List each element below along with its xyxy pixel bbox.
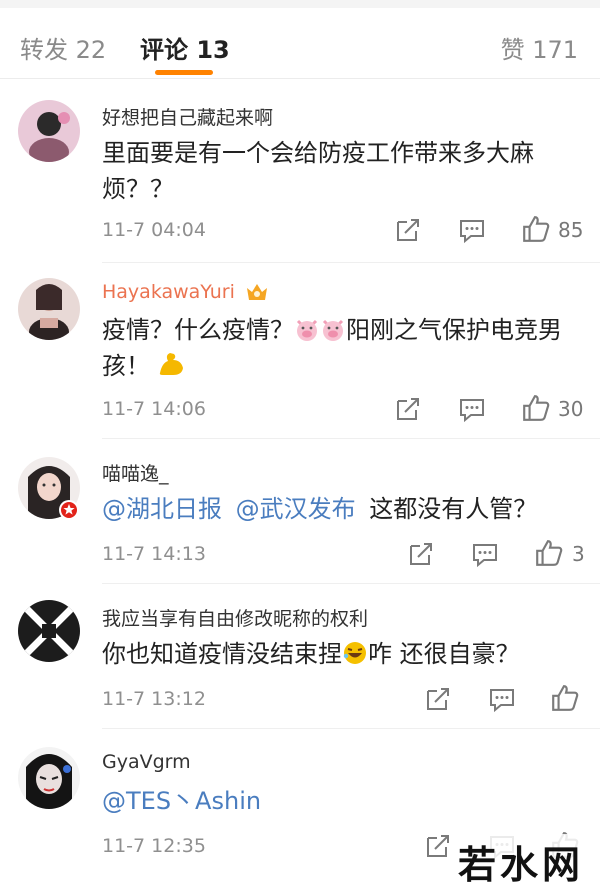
comment-text-part: 这都没有人管？ <box>369 495 538 523</box>
tab-comment[interactable]: 评论 13 <box>140 30 230 65</box>
thumbs-up-icon[interactable] <box>521 393 551 423</box>
mention-link[interactable]: @湖北日报 <box>102 495 222 523</box>
divider <box>102 262 600 263</box>
comment-text: @TES丶Ashin <box>102 783 582 819</box>
avatar[interactable] <box>18 100 80 162</box>
comment-text-part: 疫情？什么疫情？ <box>102 316 294 344</box>
comment-item: 喵喵逸_ @湖北日报 @武汉发布 这都没有人管？ 11-7 14:13 3 <box>0 445 600 585</box>
vip-crown-icon <box>246 284 267 300</box>
comment-icon[interactable] <box>488 685 516 713</box>
comment-item: HayakawaYuri 疫情？什么疫情？ 阳刚之气保护电竞男孩！ 11-7 14… <box>0 270 600 440</box>
comment-text: @湖北日报 @武汉发布 这都没有人管？ <box>102 491 582 527</box>
comment-username[interactable]: 我应当享有自由修改昵称的权利 <box>102 604 368 631</box>
comment-icon[interactable] <box>458 395 486 423</box>
share-icon[interactable] <box>424 685 452 713</box>
comment-time: 11-7 04:04 <box>102 219 206 241</box>
comment-username-text[interactable]: HayakawaYuri <box>102 281 235 303</box>
tab-bar: 转发 22 评论 13 赞 171 <box>0 8 600 79</box>
watermark: 若水网 <box>451 834 590 889</box>
thumbs-up-icon[interactable] <box>521 214 551 244</box>
top-strip <box>0 0 600 8</box>
mention-link[interactable]: @TES丶Ashin <box>102 787 261 815</box>
laughing-emoji-icon <box>343 642 366 664</box>
pig-emoji-icon <box>322 319 344 341</box>
badge-icon <box>59 500 79 520</box>
avatar[interactable] <box>18 600 80 662</box>
like-count: 3 <box>572 542 585 566</box>
comment-time: 11-7 13:12 <box>102 688 206 710</box>
comment-username[interactable]: 好想把自己藏起来啊 <box>102 103 273 130</box>
divider <box>102 583 600 584</box>
comment-text-part: 你也知道疫情没结束捏 <box>102 640 342 668</box>
share-icon[interactable] <box>394 395 422 423</box>
comment-time: 11-7 12:35 <box>102 835 206 857</box>
comment-item: 我应当享有自由修改昵称的权利 你也知道疫情没结束捏咋 还很自豪？ 11-7 13… <box>0 590 600 730</box>
comment-icon[interactable] <box>458 216 486 244</box>
pig-emoji-icon <box>296 319 318 341</box>
like-count: 85 <box>558 218 584 242</box>
tab-active-indicator <box>155 70 213 75</box>
comment-time: 11-7 14:13 <box>102 543 206 565</box>
comment-text: 你也知道疫情没结束捏咋 还很自豪？ <box>102 636 582 672</box>
comment-text: 里面要是有一个会给防疫工作带来多大麻烦？？ <box>102 139 534 203</box>
comment-icon[interactable] <box>471 540 499 568</box>
divider <box>102 728 600 729</box>
avatar[interactable] <box>18 747 80 809</box>
comment-username[interactable]: GyaVgrm <box>102 751 191 773</box>
like-count: 30 <box>558 397 584 421</box>
share-icon[interactable] <box>407 540 435 568</box>
tab-repost[interactable]: 转发 22 <box>20 30 106 65</box>
comment-time: 11-7 14:06 <box>102 398 206 420</box>
comment-text: 疫情？什么疫情？ 阳刚之气保护电竞男孩！ <box>102 312 582 384</box>
thumbs-up-icon[interactable] <box>550 683 580 713</box>
comment-username: HayakawaYuri <box>102 280 269 303</box>
comment-text-part: 咋 还很自豪？ <box>368 640 520 668</box>
muscle-emoji-icon <box>159 353 183 375</box>
comment-item: 好想把自己藏起来啊 里面要是有一个会给防疫工作带来多大麻烦？？ 11-7 04:… <box>0 95 600 265</box>
thumbs-up-icon[interactable] <box>534 538 564 568</box>
share-icon[interactable] <box>394 216 422 244</box>
share-icon[interactable] <box>424 832 452 860</box>
tab-like[interactable]: 赞 171 <box>501 30 578 65</box>
comment-username[interactable]: 喵喵逸_ <box>102 459 169 486</box>
mention-link[interactable]: @武汉发布 <box>236 495 356 523</box>
divider <box>102 438 600 439</box>
avatar[interactable] <box>18 278 80 340</box>
